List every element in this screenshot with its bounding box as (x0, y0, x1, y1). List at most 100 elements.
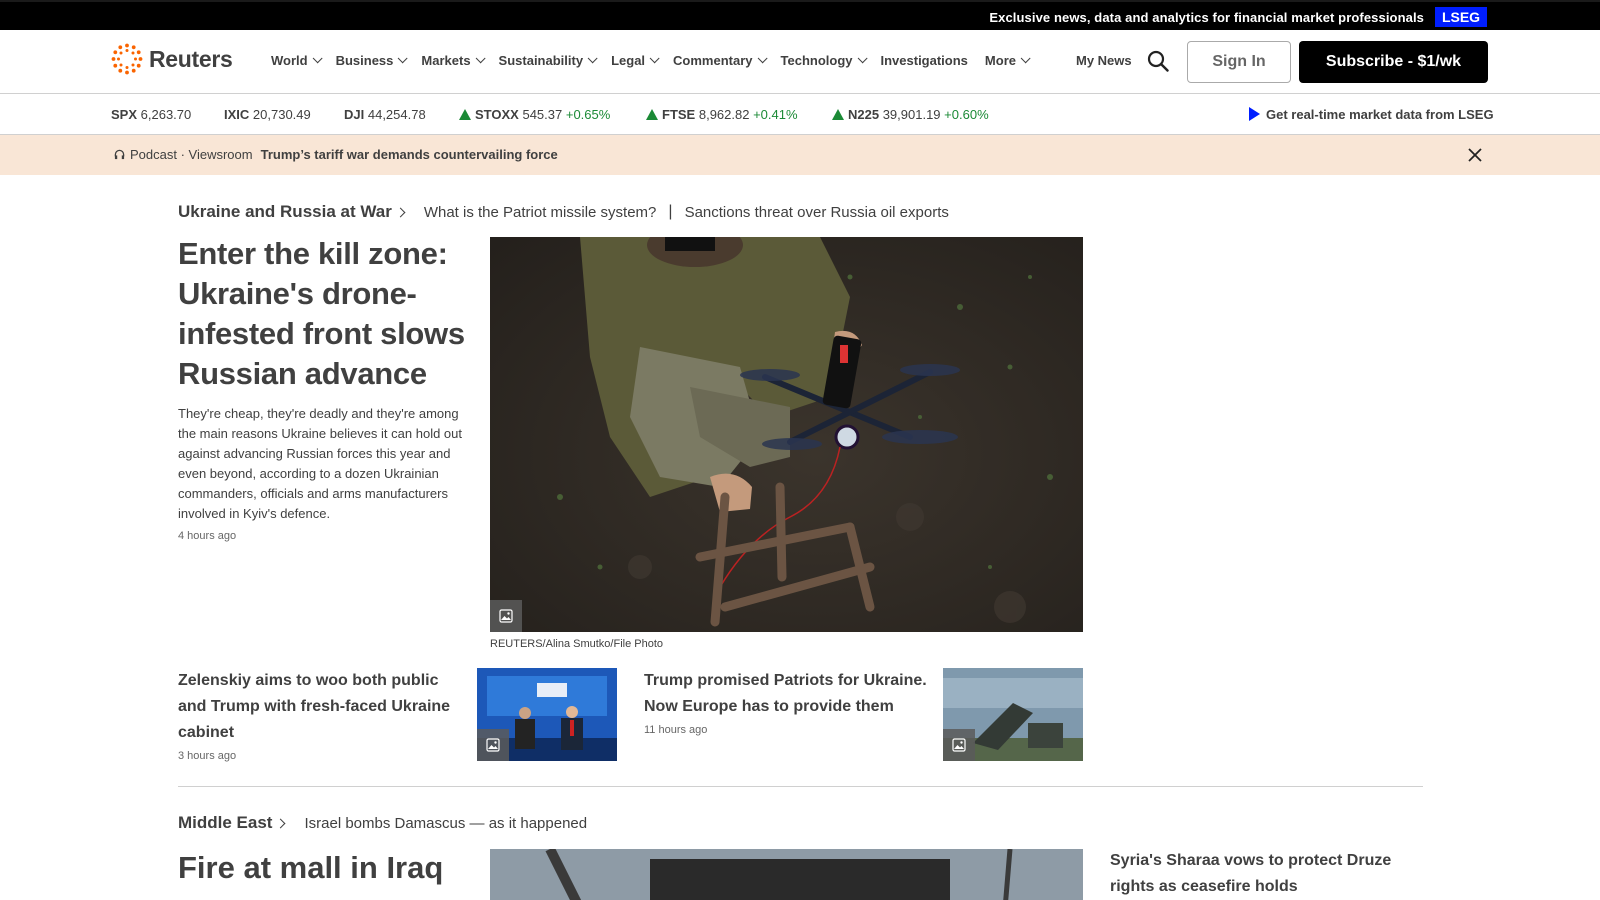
ticker-change: +0.60% (944, 107, 989, 122)
nav-label: Legal (611, 53, 646, 68)
lseg-market-data-link[interactable]: Get real-time market data from LSEG (1249, 107, 1494, 122)
story-headline[interactable]: Zelenskiy aims to woo both public and Tr… (178, 668, 463, 746)
play-arrow-icon (1249, 107, 1260, 121)
story-timestamp: 11 hours ago (644, 724, 708, 736)
ticker-symbol: N225 (848, 107, 880, 122)
story-headline[interactable]: Syria's Sharaa vows to protect Druze rig… (1110, 848, 1420, 900)
ticker-item-ixic[interactable]: IXIC 20,730.49 (224, 107, 311, 122)
nav-business[interactable]: Business (335, 53, 408, 68)
ticker-value: 20,730.49 (252, 107, 311, 122)
up-arrow-icon (832, 109, 844, 120)
lead-headline[interactable]: Fire at mall in Iraq (178, 848, 478, 888)
nav-more[interactable]: More (984, 53, 1031, 68)
nav-label: More (984, 53, 1016, 68)
ticker-symbol: IXIC (224, 107, 250, 122)
image-icon (952, 738, 966, 752)
story-headline[interactable]: Trump promised Patriots for Ukraine. Now… (644, 668, 939, 720)
nav-world[interactable]: World (271, 53, 323, 68)
drone-photo (490, 237, 1083, 632)
nav-label: Business (335, 53, 394, 68)
image-icon (499, 609, 513, 623)
reuters-logo-icon (111, 43, 143, 75)
section-title[interactable]: Middle East (178, 813, 272, 833)
ticker-item-ftse[interactable]: FTSE 8,962.82 +0.41% (646, 107, 798, 122)
section-header-middle-east: Middle East Israel bombs Damascus — as i… (178, 813, 587, 833)
section-title[interactable]: Ukraine and Russia at War (178, 202, 392, 222)
section-topic-link[interactable]: What is the Patriot missile system? (424, 204, 657, 221)
ticker-item-n225[interactable]: N225 39,901.19 +0.60% (832, 107, 989, 122)
lead-headline[interactable]: Enter the kill zone: Ukraine's drone-inf… (178, 234, 478, 394)
nav-markets[interactable]: Markets (421, 53, 486, 68)
up-arrow-icon (646, 109, 658, 120)
lseg-badge[interactable]: LSEG (1435, 7, 1487, 27)
photo-caption: REUTERS/Alina Smutko/File Photo (490, 638, 664, 650)
link-separator: | (668, 203, 673, 220)
chevron-right-icon (276, 818, 286, 828)
close-icon[interactable] (1467, 147, 1483, 163)
ticker-symbol: STOXX (475, 107, 519, 122)
nav-label: Investigations (880, 53, 968, 68)
section-topic-link[interactable]: Israel bombs Damascus — as it happened (304, 815, 587, 832)
gallery-icon[interactable] (477, 729, 509, 761)
chevron-down-icon (857, 53, 868, 64)
lead-story-image[interactable] (490, 237, 1083, 632)
logo-text: Reuters (149, 45, 233, 72)
podcast-headline: Trump’s tariff war demands countervailin… (260, 147, 558, 162)
ticker-item-dji[interactable]: DJI 44,254.78 (344, 107, 426, 122)
podcast-banner-link[interactable]: Podcast · Viewsroom Trump’s tariff war d… (114, 147, 558, 162)
lead-description: They're cheap, they're deadly and they'r… (178, 406, 462, 521)
up-arrow-icon (459, 109, 471, 120)
story-image[interactable] (477, 668, 617, 761)
top-promo-bar: Exclusive news, data and analytics for f… (0, 0, 1600, 30)
lead-timestamp: 4 hours ago (178, 530, 237, 542)
chevron-down-icon (312, 53, 323, 64)
ticker-value: 545.37 (522, 107, 563, 122)
ticker-change: +0.41% (753, 107, 798, 122)
site-header: Reuters World Business Markets Sustainab… (0, 30, 1600, 94)
subscribe-button[interactable]: Subscribe - $1/wk (1299, 41, 1488, 83)
section-divider (178, 786, 1423, 787)
ticker-item-spx[interactable]: SPX 6,263.70 (111, 107, 191, 122)
mall-fire-photo (490, 849, 1083, 900)
gallery-icon[interactable] (943, 729, 975, 761)
chevron-right-icon (395, 207, 406, 217)
chevron-down-icon (587, 53, 598, 64)
section-topic-link[interactable]: Sanctions threat over Russia oil exports (685, 204, 949, 221)
sign-in-button[interactable]: Sign In (1187, 41, 1291, 83)
podcast-label: Podcast · Viewsroom (130, 147, 253, 162)
ticker-value: 8,962.82 (698, 107, 750, 122)
chevron-down-icon (1020, 53, 1031, 64)
my-news-link[interactable]: My News (1076, 53, 1132, 68)
section-header-ukraine: Ukraine and Russia at War What is the Pa… (178, 202, 949, 222)
ticker-symbol: SPX (111, 107, 138, 122)
nav-investigations[interactable]: Investigations (881, 53, 968, 68)
nav-label: Commentary (673, 53, 753, 68)
chevron-down-icon (649, 53, 660, 64)
ticker-symbol: DJI (344, 107, 365, 122)
reuters-logo[interactable]: Reuters (111, 43, 233, 75)
nav-commentary[interactable]: Commentary (673, 53, 768, 68)
nav-label: World (271, 53, 308, 68)
ticker-value: 6,263.70 (140, 107, 192, 122)
story-timestamp: 3 hours ago (178, 750, 237, 762)
ticker-change: +0.65% (565, 107, 611, 122)
promo-text[interactable]: Exclusive news, data and analytics for f… (989, 10, 1424, 25)
image-icon (486, 738, 500, 752)
nav-label: Technology (780, 53, 853, 68)
ticker-value: 39,901.19 (882, 107, 941, 122)
nav-technology[interactable]: Technology (780, 53, 868, 68)
nav-sustainability[interactable]: Sustainability (499, 53, 598, 68)
lead-story-image[interactable] (490, 849, 1083, 900)
ticker-symbol: FTSE (662, 107, 696, 122)
chevron-down-icon (398, 53, 408, 64)
lseg-link-label: Get real-time market data from LSEG (1266, 107, 1494, 122)
nav-label: Markets (421, 53, 471, 68)
nav-legal[interactable]: Legal (611, 53, 660, 68)
ticker-item-stoxx[interactable]: STOXX 545.37 +0.65% (459, 107, 610, 122)
story-image[interactable] (943, 668, 1083, 761)
market-ticker: SPX 6,263.70 IXIC 20,730.49 DJI 44,254.7… (0, 95, 1600, 135)
podcast-banner: Podcast · Viewsroom Trump’s tariff war d… (0, 135, 1600, 175)
search-icon[interactable] (1147, 50, 1169, 72)
main-nav: World Business Markets Sustainability Le… (271, 53, 1044, 68)
gallery-icon[interactable] (490, 600, 522, 632)
